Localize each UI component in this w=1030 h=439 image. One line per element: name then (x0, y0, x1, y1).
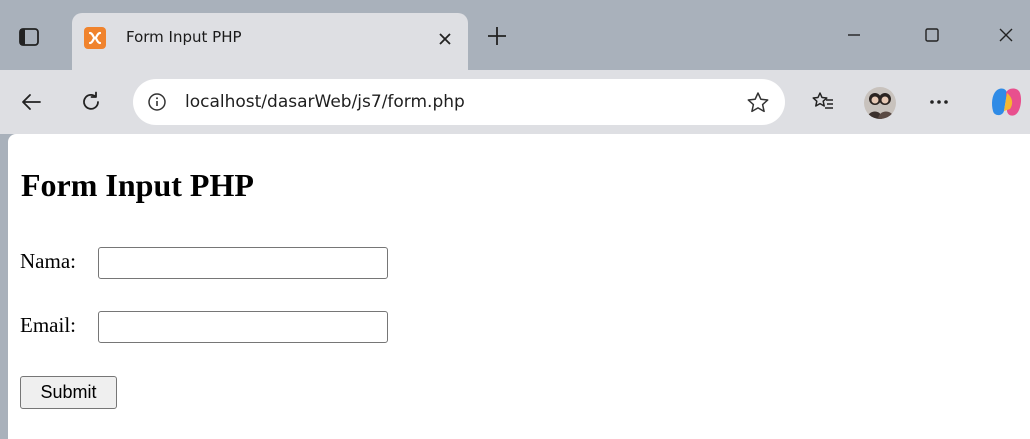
plus-icon (488, 27, 506, 45)
minimize-button[interactable] (830, 14, 878, 56)
sidebar-icon (19, 28, 39, 46)
star-icon[interactable] (745, 90, 771, 116)
close-icon (999, 28, 1013, 42)
xampp-icon (84, 27, 106, 49)
page-title: Form Input PHP (21, 167, 254, 203)
address-bar[interactable]: localhost/dasarWeb/js7/form.php (133, 79, 785, 125)
refresh-icon (83, 91, 99, 110)
url-text[interactable]: localhost/dasarWeb/js7/form.php (185, 92, 465, 112)
title-bar: Form Input PHP (0, 0, 1030, 70)
back-button[interactable] (14, 85, 48, 119)
window-close-button[interactable] (982, 14, 1030, 56)
browser-toolbar: localhost/dasarWeb/js7/form.php (0, 70, 1030, 134)
submit-button[interactable]: Submit (20, 376, 117, 409)
tab-title: Form Input PHP (126, 28, 242, 46)
more-icon (930, 100, 948, 104)
favorites-icon (812, 92, 833, 109)
refresh-button[interactable] (74, 85, 108, 119)
page-content: Form Input PHP Nama: Email: Submit (8, 134, 1030, 439)
maximize-icon (925, 28, 939, 42)
more-button[interactable] (922, 85, 956, 119)
close-icon (439, 33, 451, 45)
copilot-icon (992, 88, 1022, 116)
browser-tab[interactable]: Form Input PHP (72, 13, 468, 70)
tab-close-button[interactable] (432, 26, 458, 52)
favorites-button[interactable] (806, 85, 840, 119)
back-icon (22, 94, 41, 110)
sidebar-toggle-button[interactable] (12, 20, 46, 54)
minimize-icon (848, 34, 860, 36)
copilot-button[interactable] (990, 85, 1030, 119)
new-tab-button[interactable] (480, 20, 514, 52)
nama-input[interactable] (98, 247, 388, 279)
nama-label: Nama: (20, 249, 76, 273)
email-input[interactable] (98, 311, 388, 343)
avatar[interactable] (864, 87, 896, 119)
info-icon[interactable] (146, 91, 168, 113)
maximize-button[interactable] (908, 14, 956, 56)
email-label: Email: (20, 313, 76, 337)
